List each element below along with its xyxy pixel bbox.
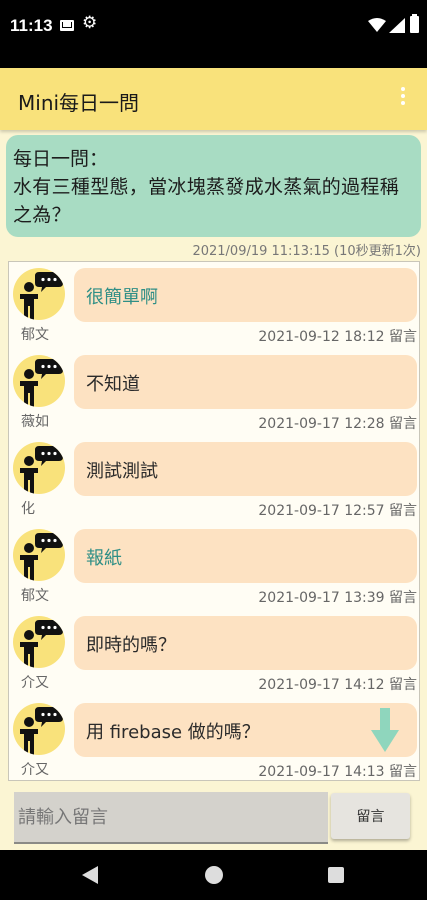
question-heading: 每日一問：	[13, 148, 109, 170]
recents-icon[interactable]	[328, 867, 344, 883]
status-bar: 11:13 ⚙	[0, 0, 427, 68]
comment-item: 報紙 郁文 2021-09-17 13:39 留言	[9, 523, 419, 610]
comment-item: 不知道 薇如 2021-09-17 12:28 留言	[9, 349, 419, 436]
status-time: 11:13	[10, 16, 53, 35]
comment-item: 測試測試 化 2021-09-17 12:57 留言	[9, 436, 419, 523]
battery-icon	[410, 14, 419, 33]
comment-bubble: 測試測試	[74, 442, 417, 496]
comment-meta: 2021-09-17 14:13 留言	[258, 764, 417, 780]
signal-icon	[389, 18, 405, 33]
comment-meta: 2021-09-17 14:12 留言	[258, 677, 417, 693]
comment-author: 郁文	[21, 588, 49, 604]
comment-bubble: 用 firebase 做的嗎？	[74, 703, 417, 757]
send-comment-button[interactable]: 留言	[331, 793, 410, 839]
comment-meta: 2021-09-17 13:39 留言	[258, 590, 417, 606]
overflow-menu-icon[interactable]	[397, 87, 409, 111]
comment-list[interactable]: 很簡單啊 郁文 2021-09-12 18:12 留言 不知道 薇如 2021-…	[8, 261, 420, 781]
comment-meta: 2021-09-17 12:28 留言	[258, 416, 417, 432]
avatar-icon	[13, 616, 65, 668]
avatar-icon	[13, 442, 65, 494]
home-icon[interactable]	[205, 866, 223, 884]
avatar-icon	[13, 268, 65, 320]
app-bar: Mini每日一問	[0, 68, 427, 130]
comment-author: 化	[21, 501, 35, 517]
back-icon[interactable]	[82, 866, 98, 884]
comment-input-row: 留言	[0, 790, 427, 846]
comment-bubble: 即時的嗎？	[74, 616, 417, 670]
avatar-icon	[13, 529, 65, 581]
scroll-down-arrow-icon[interactable]	[371, 708, 399, 752]
wifi-icon	[368, 18, 386, 32]
avatar-icon	[13, 703, 65, 755]
question-timestamp: 2021/09/19 11:13:15 (10秒更新1次)	[192, 244, 421, 259]
app-title: Mini每日一問	[18, 91, 140, 115]
comment-meta: 2021-09-12 18:12 留言	[258, 329, 417, 345]
comment-bubble: 不知道	[74, 355, 417, 409]
navigation-bar	[0, 850, 427, 900]
mail-icon	[60, 20, 74, 31]
avatar-icon	[13, 355, 65, 407]
comment-author: 郁文	[21, 327, 49, 343]
comment-meta: 2021-09-17 12:57 留言	[258, 503, 417, 519]
comment-item: 很簡單啊 郁文 2021-09-12 18:12 留言	[9, 262, 419, 349]
question-card: 每日一問： 水有三種型態，當冰塊蒸發成水蒸氣的過程稱之為？	[6, 135, 421, 237]
comment-bubble: 很簡單啊	[74, 268, 417, 322]
comment-bubble: 報紙	[74, 529, 417, 583]
comment-item: 用 firebase 做的嗎？ 介又 2021-09-17 14:13 留言	[9, 697, 419, 780]
comment-item: 即時的嗎？ 介又 2021-09-17 14:12 留言	[9, 610, 419, 697]
comment-author: 薇如	[21, 414, 49, 430]
comment-author: 介又	[21, 762, 49, 778]
question-text: 水有三種型態，當冰塊蒸發成水蒸氣的過程稱之為？	[13, 176, 400, 226]
comment-input[interactable]	[14, 792, 328, 844]
comment-author: 介又	[21, 675, 49, 691]
gear-icon: ⚙	[82, 13, 98, 33]
